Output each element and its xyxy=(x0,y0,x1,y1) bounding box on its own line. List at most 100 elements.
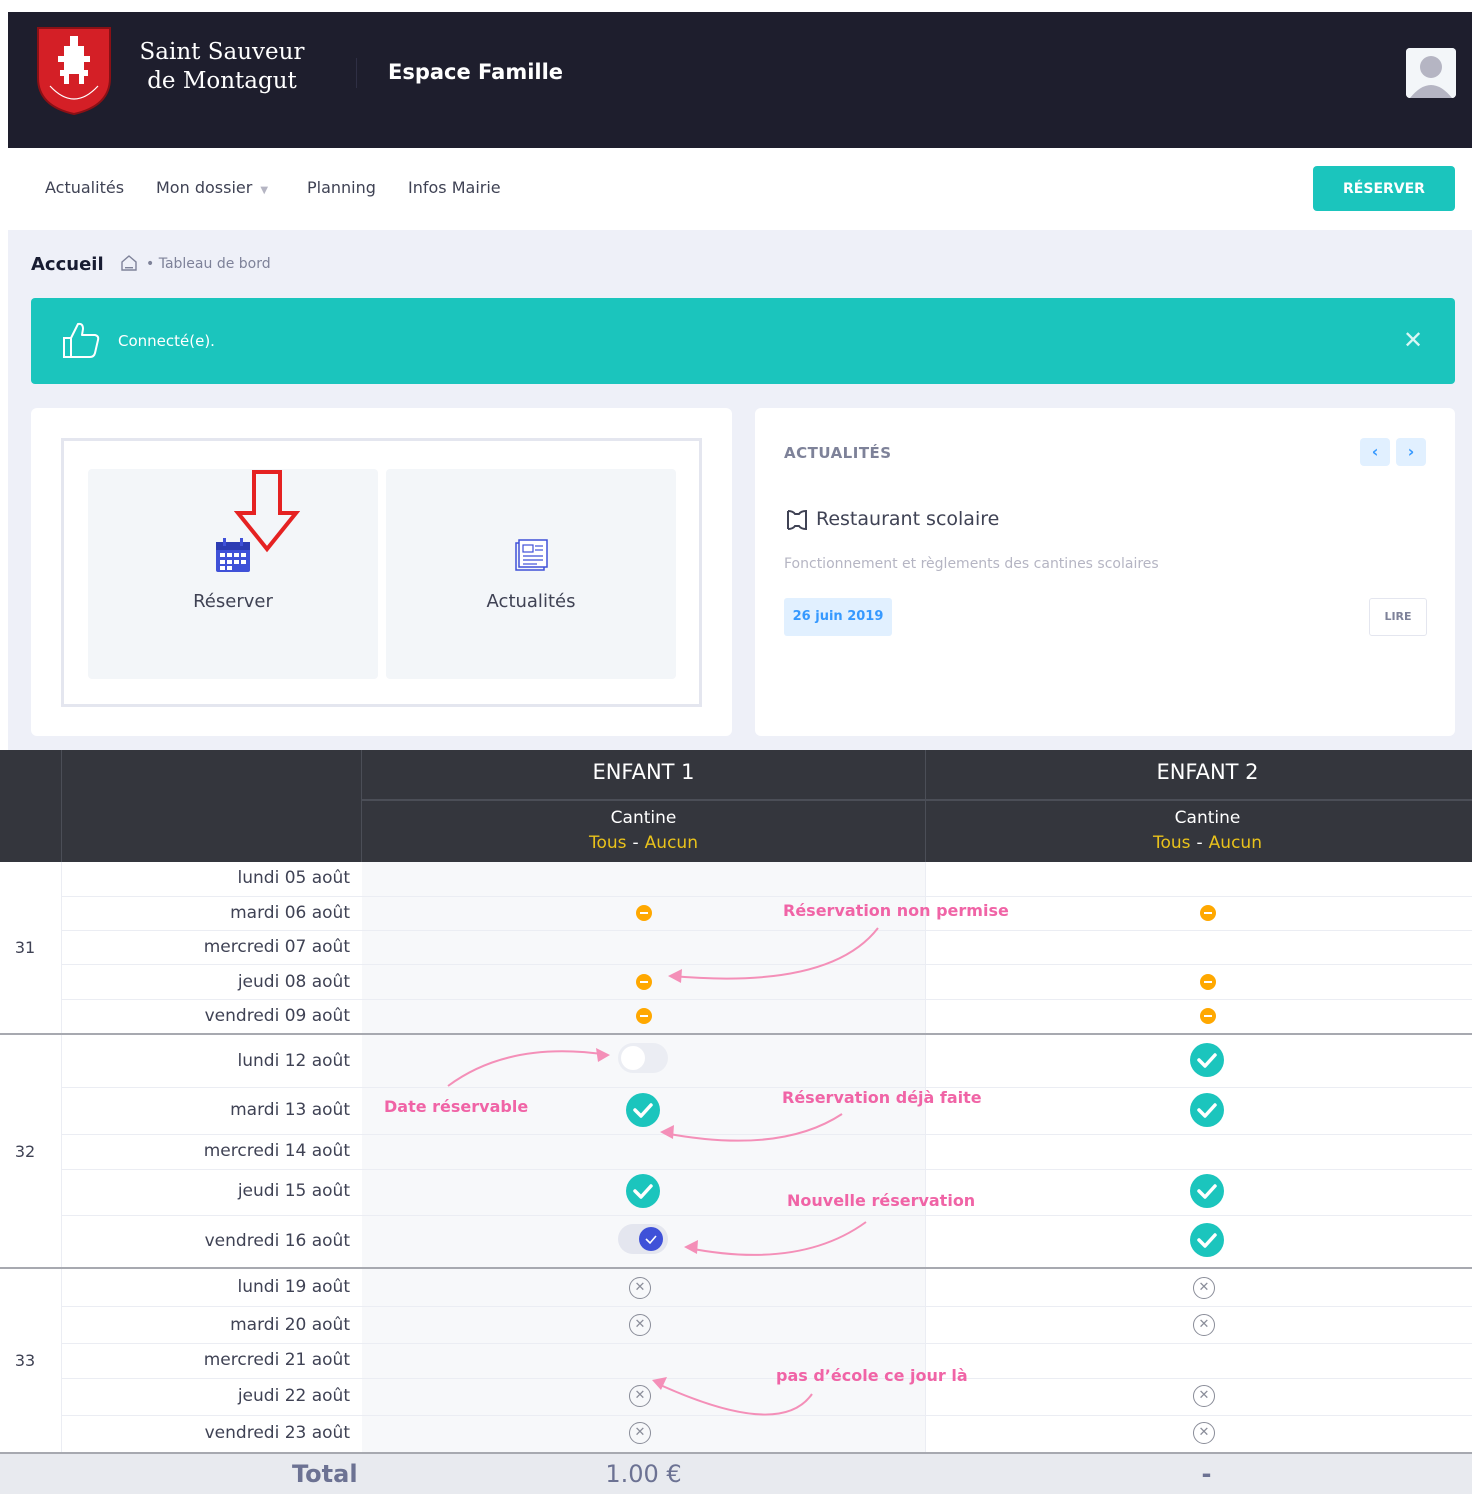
check-icon[interactable] xyxy=(626,1093,660,1127)
header-divider xyxy=(61,750,62,862)
annotation-reservable: Date réservable xyxy=(384,1097,529,1116)
day-label: mardi 06 août xyxy=(230,903,350,923)
news-card: ACTUALITÉS ‹ › Restaurant scolaire Fonct… xyxy=(755,408,1455,736)
select-none-link[interactable]: Aucun xyxy=(1209,833,1262,853)
city-name: Saint Sauveur de Montagut xyxy=(134,38,310,96)
day-label: lundi 12 août xyxy=(237,1051,350,1071)
column-divider xyxy=(925,862,926,1452)
check-icon[interactable] xyxy=(626,1174,660,1208)
not-allowed-icon xyxy=(1200,1008,1216,1024)
reserve-button[interactable]: RÉSERVER xyxy=(1313,166,1455,211)
week-number: 31 xyxy=(14,938,36,957)
day-label: vendredi 16 août xyxy=(204,1231,350,1251)
toggle-knob xyxy=(639,1227,663,1251)
not-allowed-icon xyxy=(636,1008,652,1024)
row-divider xyxy=(62,1215,1472,1216)
select-all-link[interactable]: Tous xyxy=(589,833,627,853)
table-header: ENFANT 1 Cantine Tous - Aucun ENFANT 2 Can… xyxy=(0,750,1472,862)
week-divider xyxy=(0,1267,1472,1269)
quick-actions-card: Réserver Actualités xyxy=(31,408,732,736)
total-label: Total xyxy=(292,1460,358,1488)
day-label: jeudi 08 août xyxy=(237,972,350,992)
day-label: lundi 19 août xyxy=(237,1277,350,1297)
nav-item-planning[interactable]: Planning xyxy=(307,178,376,197)
read-button[interactable]: LIRE xyxy=(1369,598,1427,636)
chevron-right-icon[interactable]: › xyxy=(1396,438,1426,466)
tiles-frame: Réserver Actualités xyxy=(61,438,702,707)
tile-reserver[interactable]: Réserver xyxy=(88,469,378,679)
planning-table: ENFANT 1 Cantine Tous - Aucun ENFANT 2 Can… xyxy=(0,750,1472,1494)
option-separator: - xyxy=(632,833,639,853)
check-icon[interactable] xyxy=(1190,1223,1224,1257)
row-divider xyxy=(62,1134,1472,1135)
row-divider xyxy=(62,999,1472,1000)
row-divider xyxy=(62,1087,1472,1088)
day-label: vendredi 23 août xyxy=(204,1423,350,1443)
annotation-non-permise: Réservation non permise xyxy=(783,901,1009,920)
news-title[interactable]: Restaurant scolaire xyxy=(816,508,999,530)
alert-message: Connecté(e). xyxy=(118,332,215,350)
child-2-header: ENFANT 2 xyxy=(1156,760,1259,784)
news-date-badge: 26 juin 2019 xyxy=(784,598,892,636)
child-1-select-options: Tous - Aucun xyxy=(362,833,925,853)
breadcrumb: • Tableau de bord xyxy=(146,256,271,272)
chevron-down-icon: ▼ xyxy=(260,185,269,196)
annotation-nouvelle: Nouvelle réservation xyxy=(787,1191,976,1210)
annotation-pas-ecole: pas d’école ce jour là xyxy=(776,1366,968,1385)
child-1-column-shade xyxy=(362,862,925,1452)
news-icon xyxy=(515,539,548,571)
row-divider xyxy=(62,1343,1472,1344)
nav-item-actualites[interactable]: Actualités xyxy=(45,178,124,197)
total-child-1: 1.00 € xyxy=(605,1460,682,1488)
select-all-link[interactable]: Tous xyxy=(1153,833,1191,853)
no-school-icon: ✕ xyxy=(1193,1277,1215,1299)
page-title: Accueil xyxy=(31,254,104,275)
child-1-header: ENFANT 1 xyxy=(592,760,695,784)
week-divider xyxy=(0,1033,1472,1035)
row-divider xyxy=(62,964,1472,965)
top-header: Saint Sauveur de Montagut Espace Famille xyxy=(8,12,1472,148)
day-label: mercredi 14 août xyxy=(203,1141,350,1161)
row-divider xyxy=(62,1378,1472,1379)
total-child-2: - xyxy=(1201,1460,1212,1488)
row-divider xyxy=(62,930,1472,931)
nav-item-label: Mon dossier xyxy=(156,178,253,197)
nav-item-infos-mairie[interactable]: Infos Mairie xyxy=(408,178,501,197)
not-allowed-icon xyxy=(1200,974,1216,990)
breadcrumb-item[interactable]: Tableau de bord xyxy=(159,256,271,272)
header-divider xyxy=(362,799,1472,801)
option-separator: - xyxy=(1196,833,1203,853)
nav-item-mon-dossier[interactable]: Mon dossier ▼ xyxy=(156,178,268,197)
no-school-icon: ✕ xyxy=(1193,1422,1215,1444)
check-icon[interactable] xyxy=(1190,1043,1224,1077)
close-icon[interactable]: ✕ xyxy=(1403,328,1423,352)
day-label: mardi 13 août xyxy=(230,1100,350,1120)
user-avatar-icon[interactable] xyxy=(1406,48,1456,98)
no-school-icon: ✕ xyxy=(1193,1385,1215,1407)
red-arrow-annotation xyxy=(234,470,300,553)
tile-label: Réserver xyxy=(193,591,273,612)
home-icon[interactable] xyxy=(120,254,138,272)
no-school-icon: ✕ xyxy=(629,1422,651,1444)
column-divider xyxy=(61,862,62,1452)
no-school-icon: ✕ xyxy=(629,1314,651,1336)
news-heading: ACTUALITÉS xyxy=(784,444,892,462)
day-label: vendredi 09 août xyxy=(204,1006,350,1026)
day-label: mercredi 07 août xyxy=(203,937,350,957)
chevron-left-icon[interactable]: ‹ xyxy=(1360,438,1390,466)
connected-alert: Connecté(e). ✕ xyxy=(31,298,1455,384)
thumbs-up-icon xyxy=(63,322,100,358)
news-description: Fonctionnement et règlements des cantine… xyxy=(784,556,1159,572)
booking-toggle[interactable] xyxy=(618,1043,668,1073)
city-name-line1: Saint Sauveur xyxy=(139,39,305,65)
select-none-link[interactable]: Aucun xyxy=(645,833,698,853)
check-icon[interactable] xyxy=(1190,1093,1224,1127)
tile-actualites[interactable]: Actualités xyxy=(386,469,676,679)
week-number: 33 xyxy=(14,1351,36,1370)
booking-toggle[interactable] xyxy=(618,1224,668,1254)
row-divider xyxy=(62,1169,1472,1170)
check-icon[interactable] xyxy=(1190,1174,1224,1208)
city-logo-icon[interactable] xyxy=(36,26,112,116)
not-allowed-icon xyxy=(1200,905,1216,921)
day-label: mercredi 21 août xyxy=(203,1350,350,1370)
